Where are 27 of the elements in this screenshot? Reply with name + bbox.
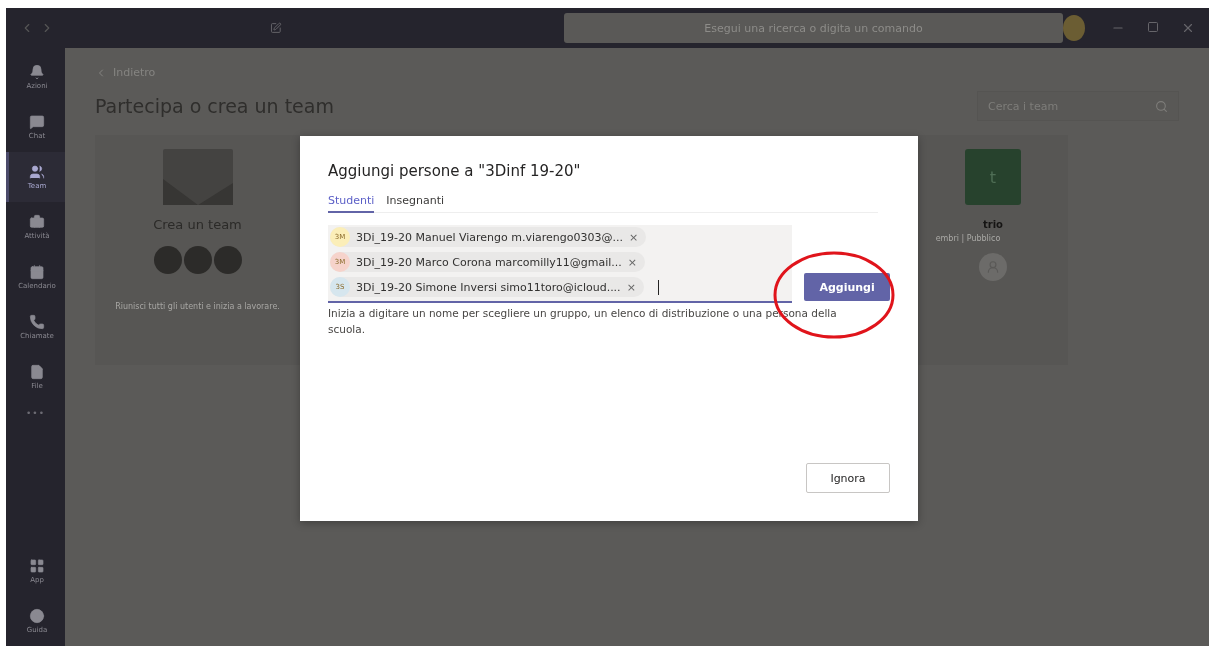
calendar-icon bbox=[29, 264, 45, 280]
dialog-title: Aggiungi persone a "3Dinf 19-20" bbox=[328, 162, 582, 180]
add-button[interactable]: Aggiungi bbox=[804, 273, 890, 301]
text-cursor bbox=[657, 279, 659, 295]
phone-icon bbox=[29, 314, 45, 330]
maximize-icon[interactable] bbox=[1147, 21, 1159, 33]
avatar[interactable] bbox=[1063, 15, 1085, 41]
search-icon[interactable] bbox=[1155, 99, 1168, 113]
file-icon bbox=[29, 364, 45, 380]
remove-button[interactable]: × bbox=[627, 255, 638, 269]
tab[interactable]: Studenti bbox=[328, 194, 375, 213]
people-icon bbox=[29, 164, 45, 180]
bell-icon bbox=[29, 64, 45, 80]
team-meta: embri | Pubblico bbox=[935, 234, 1001, 243]
grid-icon bbox=[29, 558, 45, 574]
team-name: trio bbox=[983, 219, 1003, 230]
card-description: Riunisci tutti gli utenti e inizia a lavorare. bbox=[115, 302, 280, 311]
tab[interactable]: Insegnanti bbox=[386, 194, 445, 213]
bag-icon bbox=[29, 214, 45, 230]
image-placeholder-icon bbox=[162, 149, 233, 205]
chat-icon bbox=[29, 114, 45, 130]
remove-button[interactable]: × bbox=[626, 280, 636, 294]
compose-icon[interactable] bbox=[269, 21, 282, 35]
close-icon[interactable] bbox=[1181, 21, 1195, 35]
more-icon[interactable]: ••• bbox=[26, 408, 45, 418]
ignore-button[interactable]: Ignora bbox=[806, 463, 890, 493]
remove-button[interactable]: × bbox=[629, 230, 639, 244]
